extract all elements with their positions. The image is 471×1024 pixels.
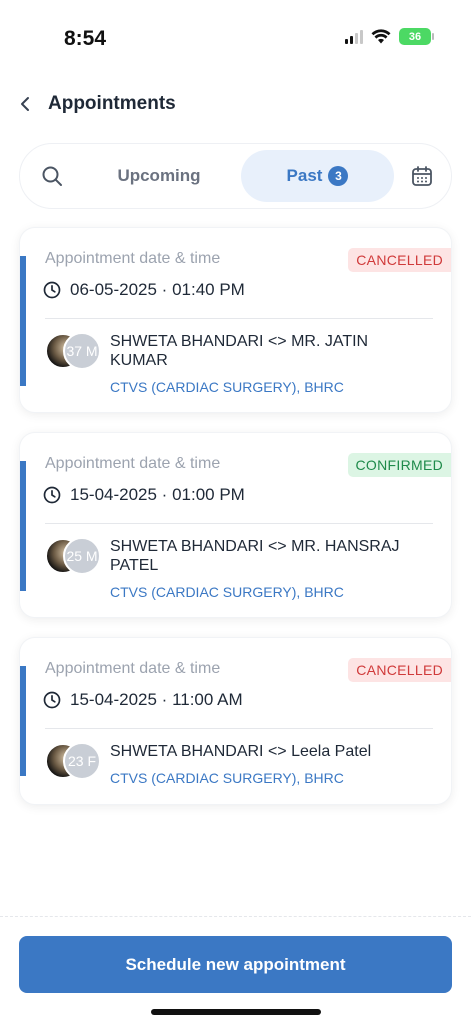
schedule-new-appointment-button[interactable]: Schedule new appointment (19, 936, 452, 993)
wifi-icon (371, 29, 391, 44)
status-badge: CONFIRMED (347, 453, 451, 477)
tab-upcoming[interactable]: Upcoming (98, 150, 220, 202)
card-divider (45, 523, 433, 524)
card-accent-bar (20, 461, 26, 591)
appointment-label: Appointment date & time (45, 660, 221, 677)
patient-avatar: 37 M (63, 332, 101, 370)
status-badge: CANCELLED (348, 658, 451, 682)
appointment-card[interactable]: Appointment date & time CANCELLED 06-05-… (19, 227, 452, 413)
page-title: Appointments (48, 93, 176, 114)
status-icons: 36 (345, 28, 434, 45)
department: CTVS (CARDIAC SURGERY), BHRC (110, 770, 344, 786)
appointment-datetime: 06-05-2025 · 01:40 PM (43, 280, 245, 300)
tab-past[interactable]: Past 3 (241, 150, 394, 202)
status-badge: CANCELLED (348, 248, 451, 272)
clock-icon (43, 281, 61, 299)
clock-icon (43, 691, 61, 709)
calendar-button[interactable] (410, 164, 434, 188)
avatar-group: 25 M (45, 537, 105, 575)
datetime-text: 15-04-2025 · 01:00 PM (70, 485, 245, 504)
appointment-datetime: 15-04-2025 · 11:00 AM (43, 690, 243, 710)
signal-icon (345, 29, 363, 44)
patient-avatar: 23 F (63, 742, 101, 780)
department: CTVS (CARDIAC SURGERY), BHRC (110, 379, 344, 395)
search-icon (42, 166, 62, 186)
participant-names: SHWETA BHANDARI <> Leela Patel (110, 743, 372, 760)
battery-icon: 36 (399, 28, 434, 45)
datetime-text: 15-04-2025 · 11:00 AM (70, 690, 243, 709)
calendar-icon (412, 166, 432, 186)
status-time: 8:54 (64, 27, 107, 50)
header: Appointments (16, 88, 176, 120)
card-accent-bar (20, 256, 26, 386)
appointment-card[interactable]: Appointment date & time CONFIRMED 15-04-… (19, 432, 452, 618)
search-button[interactable] (40, 164, 64, 188)
chevron-left-icon (21, 97, 29, 111)
appointment-card[interactable]: Appointment date & time CANCELLED 15-04-… (19, 637, 452, 805)
appointment-datetime: 15-04-2025 · 01:00 PM (43, 485, 245, 505)
appointment-label: Appointment date & time (45, 455, 221, 472)
avatar-group: 37 M (45, 332, 105, 370)
datetime-text: 06-05-2025 · 01:40 PM (70, 280, 245, 299)
department: CTVS (CARDIAC SURGERY), BHRC (110, 584, 344, 600)
participant-names: SHWETA BHANDARI <> MR. HANSRAJ PATEL (110, 538, 400, 574)
appointment-tabs: Upcoming Past 3 (19, 143, 452, 209)
past-count-badge: 3 (328, 166, 349, 186)
card-divider (45, 318, 433, 319)
status-bar: 8:54 36 (0, 0, 471, 70)
appointment-label: Appointment date & time (45, 250, 221, 267)
tab-past-label: Past (286, 166, 323, 185)
card-divider (45, 728, 433, 729)
home-indicator (151, 1009, 321, 1015)
participant-names: SHWETA BHANDARI <> MR. JATIN KUMAR (110, 333, 369, 369)
patient-avatar: 25 M (63, 537, 101, 575)
avatar-group: 23 F (45, 742, 105, 780)
back-button[interactable] (16, 90, 34, 118)
clock-icon (43, 486, 61, 504)
bottom-divider (0, 916, 471, 917)
card-accent-bar (20, 666, 26, 776)
